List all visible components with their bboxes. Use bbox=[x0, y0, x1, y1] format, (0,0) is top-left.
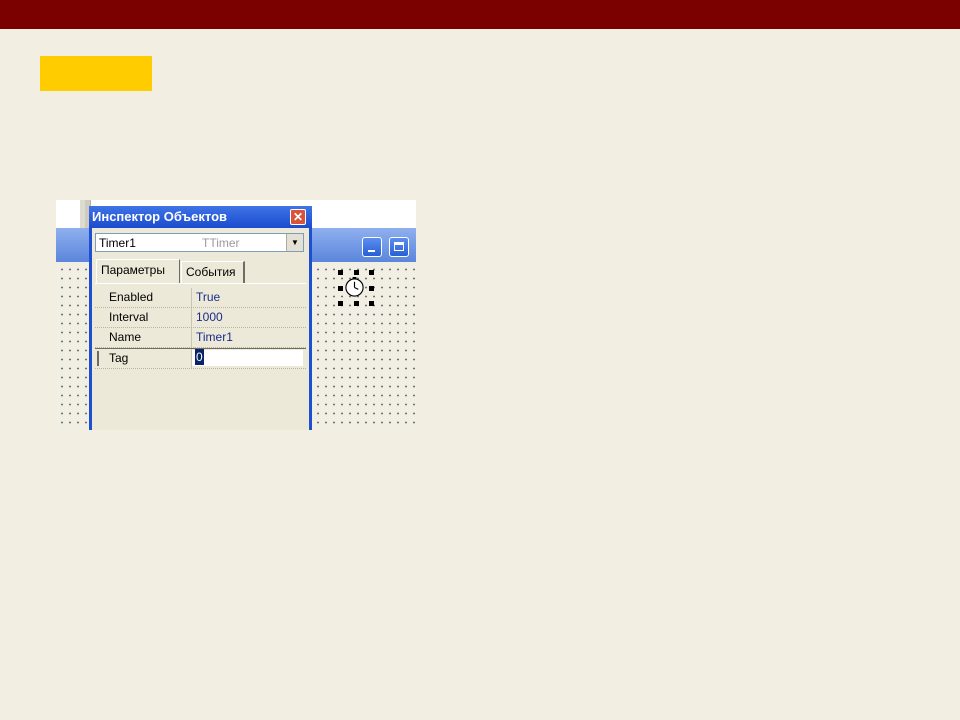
title-highlight-box bbox=[40, 56, 152, 91]
selection-handle[interactable] bbox=[338, 270, 343, 275]
property-value[interactable]: True bbox=[196, 288, 220, 307]
property-name: Name bbox=[109, 330, 142, 344]
selection-handle[interactable] bbox=[369, 270, 374, 275]
selection-handle[interactable] bbox=[369, 301, 374, 306]
selection-handle[interactable] bbox=[354, 270, 359, 275]
object-selector-combo[interactable]: Timer1 TTimer ▼ bbox=[95, 233, 304, 252]
chevron-down-icon[interactable]: ▼ bbox=[286, 234, 303, 251]
property-grid: Enabled True Interval 1000 Name Timer1 T… bbox=[95, 288, 306, 369]
inspector-body: Timer1 TTimer ▼ Параметры События Enable… bbox=[92, 228, 309, 430]
property-row[interactable]: Enabled True bbox=[95, 288, 306, 308]
property-row[interactable]: Name Timer1 bbox=[95, 328, 306, 348]
property-row[interactable]: Interval 1000 bbox=[95, 308, 306, 328]
tab-properties[interactable]: Параметры bbox=[96, 259, 180, 284]
tab-events[interactable]: События bbox=[181, 261, 245, 283]
object-inspector-window: Инспектор Объектов ✕ Timer1 TTimer ▼ Пар… bbox=[89, 206, 312, 430]
selected-object-name: Timer1 bbox=[99, 236, 136, 250]
tab-divider bbox=[95, 283, 306, 284]
minimize-icon[interactable] bbox=[362, 237, 382, 257]
property-name: Interval bbox=[109, 310, 149, 324]
property-value: 0 bbox=[195, 349, 204, 365]
ide-screenshot: Инспектор Объектов ✕ Timer1 TTimer ▼ Пар… bbox=[56, 200, 416, 430]
slide-top-bar bbox=[0, 0, 960, 29]
inspector-title: Инспектор Объектов bbox=[89, 206, 312, 228]
selection-handle[interactable] bbox=[338, 301, 343, 306]
column-divider bbox=[191, 288, 192, 307]
selection-handle[interactable] bbox=[338, 286, 343, 291]
property-value-editor[interactable]: 0 bbox=[192, 349, 303, 366]
selection-handle[interactable] bbox=[369, 286, 374, 291]
property-value[interactable]: Timer1 bbox=[196, 328, 233, 347]
selected-object-type: TTimer bbox=[202, 236, 240, 250]
property-row-selected[interactable]: Tag 0 bbox=[95, 348, 306, 369]
selection-handle[interactable] bbox=[354, 301, 359, 306]
property-name: Tag bbox=[109, 351, 129, 365]
row-indicator bbox=[97, 351, 99, 366]
close-icon[interactable]: ✕ bbox=[290, 209, 306, 225]
property-name: Enabled bbox=[109, 290, 154, 304]
column-divider bbox=[191, 328, 192, 347]
clock-icon bbox=[345, 277, 364, 297]
maximize-icon[interactable] bbox=[389, 237, 409, 257]
property-value[interactable]: 1000 bbox=[196, 308, 223, 327]
column-divider bbox=[191, 308, 192, 327]
